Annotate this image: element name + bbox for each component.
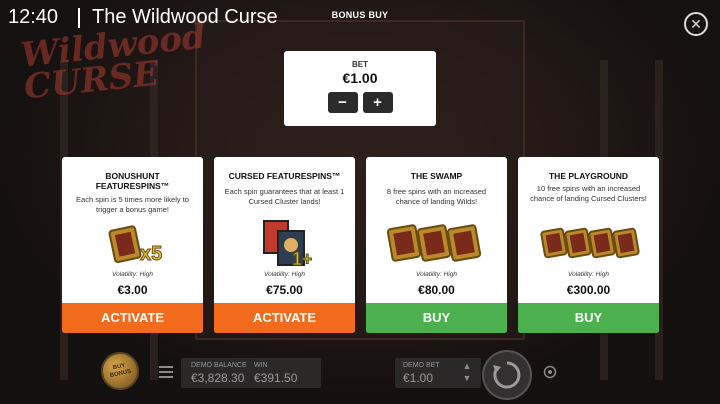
buy-button[interactable]: BUY — [518, 303, 659, 333]
close-button[interactable]: ✕ — [684, 12, 708, 36]
clock: 12:40 — [8, 6, 59, 28]
card-description: 10 free spins with an increased chance o… — [530, 184, 647, 203]
free-spins-symbols-icon — [386, 224, 482, 262]
bonus-card-swamp: THE SWAMP 8 free spins with an increased… — [366, 157, 507, 333]
card-price: €80.00 — [418, 283, 455, 297]
buy-bonus-button[interactable]: BUY BONUS — [97, 348, 143, 394]
card-price: €75.00 — [266, 283, 303, 297]
bottom-bar: BUY BONUS DEMO BALANCE €3,828.30 WIN €39… — [0, 346, 720, 404]
top-bar: 12:40 The Wildwood Curse BONUS BUY ✕ — [0, 0, 720, 36]
card-price: €300.00 — [566, 283, 611, 297]
title-divider — [78, 8, 80, 28]
balance-panel: DEMO BALANCE €3,828.30 WIN €391.50 — [181, 358, 321, 388]
spin-icon — [493, 361, 521, 389]
cluster-count-text: 1+ — [292, 249, 312, 269]
card-description: Each spin guarantees that at least 1 Cur… — [224, 187, 345, 206]
spin-button[interactable] — [482, 350, 532, 400]
multiplier-text: x5 — [140, 243, 162, 265]
card-title: BONUSHUNT FEATURESPINS™ — [95, 171, 170, 191]
activate-button[interactable]: ACTIVATE — [62, 303, 203, 333]
bonus-card-bonushunt: BONUSHUNT FEATURESPINS™ Each spin is 5 t… — [62, 157, 203, 333]
close-icon: ✕ — [690, 16, 702, 32]
free-spins-symbols-icon — [540, 227, 640, 259]
bonus-card-cursed: CURSED FEATURESPINS™ Each spin guarantee… — [214, 157, 355, 333]
chevron-down-icon[interactable]: ▼ — [460, 372, 474, 384]
buy-button[interactable]: BUY — [366, 303, 507, 333]
bonus-symbol-x5-icon: x5 — [108, 225, 162, 266]
card-title: THE SWAMP — [410, 171, 463, 181]
chevron-up-icon[interactable]: ▲ — [460, 360, 474, 372]
card-description: Each spin is 5 times more likely to trig… — [76, 195, 189, 214]
demo-bet-label: DEMO BET — [403, 362, 440, 369]
card-description: 8 free spins with an increased chance of… — [386, 187, 487, 206]
card-volatility: Volatility: High — [416, 271, 457, 278]
card-volatility: Volatility: High — [568, 271, 609, 278]
win-label: WIN — [254, 362, 268, 369]
card-volatility: Volatility: High — [112, 271, 153, 278]
bet-value: €1.00 — [342, 70, 378, 86]
activate-button[interactable]: ACTIVATE — [214, 303, 355, 333]
bet-label: BET — [352, 60, 368, 69]
card-price: €3.00 — [117, 283, 148, 297]
bet-stepper[interactable]: ▲ ▼ — [460, 360, 474, 386]
balance-value: €3,828.30 — [191, 371, 245, 385]
bet-panel: BET €1.00 − + — [284, 51, 436, 126]
screen-title: BONUS BUY — [331, 10, 389, 20]
card-volatility: Volatility: High — [264, 271, 305, 278]
game-title: The Wildwood Curse — [92, 6, 278, 28]
menu-icon[interactable] — [159, 366, 173, 378]
autoplay-icon[interactable] — [543, 365, 557, 379]
demo-bet-value: €1.00 — [403, 371, 434, 385]
increase-bet-button[interactable]: + — [362, 92, 393, 113]
card-title: CURSED FEATURESPINS™ — [228, 171, 341, 181]
win-value: €391.50 — [254, 371, 298, 385]
balance-label: DEMO BALANCE — [191, 362, 247, 369]
card-title: THE PLAYGROUND — [548, 171, 629, 181]
bonus-card-playground: THE PLAYGROUND 10 free spins with an inc… — [518, 157, 659, 333]
decrease-bet-button[interactable]: − — [327, 92, 358, 113]
cursed-cluster-icon: 1+ — [263, 220, 312, 269]
